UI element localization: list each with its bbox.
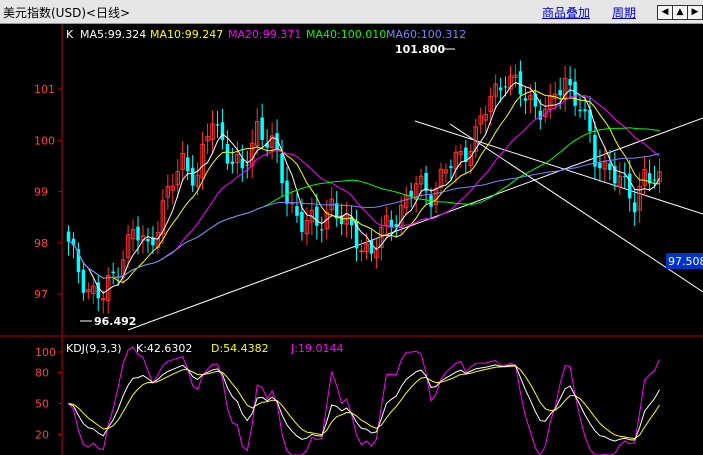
candle-body (320, 229, 324, 231)
candle-body (613, 165, 617, 184)
y-tick-label: 99 (34, 186, 48, 199)
chart-title: 美元指数(USD)<日线> (3, 6, 131, 20)
y-tick-label: 100 (34, 134, 55, 147)
price-chart[interactable]: K MA5:99.324 MA10:99.247 MA20:99.371 MA40:1… (0, 24, 703, 455)
candle-body (593, 134, 597, 167)
commodity-overlay-button[interactable]: 商品叠加 (542, 4, 590, 21)
candle-body (533, 93, 538, 107)
candle-body (185, 157, 190, 172)
kdj-legend-item: J:19.0144 (290, 342, 343, 355)
kdj-y-tick-label: 80 (35, 367, 49, 380)
y-tick-label: 98 (34, 237, 48, 250)
candle-body (359, 250, 364, 253)
y-tick-label: 97 (34, 288, 48, 301)
candle-body (315, 206, 319, 226)
candle-body (627, 173, 632, 199)
k-label: K (66, 28, 74, 41)
candle-body (146, 238, 150, 242)
candle-body (230, 161, 235, 164)
kdj-y-tick-label: 20 (35, 428, 49, 441)
ma-legend-item: MA60:100.312 (386, 28, 466, 41)
candle-body (225, 143, 230, 164)
candle-body (111, 271, 115, 274)
candle-body (300, 211, 304, 232)
candle-body (608, 163, 612, 171)
kdj-legend-item: KDJ(9,3,3) (66, 342, 122, 355)
left-arrow-icon[interactable]: ◀ (657, 5, 673, 20)
ma20-line (68, 95, 660, 279)
y-tick-label: 101 (34, 83, 55, 96)
candle-body (518, 71, 523, 95)
candle-body (538, 110, 543, 120)
ma-legend-item: MA40:100.010 (306, 28, 386, 41)
current-price-label: 97.508 (668, 255, 703, 268)
ma10-line (68, 90, 660, 283)
candle-body (583, 109, 587, 112)
ma-legend-item: MA5:99.324 (80, 28, 146, 41)
candle-body (66, 231, 71, 242)
candle-body (503, 86, 508, 88)
candle-body (598, 163, 602, 169)
ma60-line (68, 153, 660, 279)
candle-body (523, 98, 528, 101)
period-button[interactable]: 周期 (612, 4, 636, 21)
candle-body (578, 109, 582, 112)
ma-legend-item: MA20:99.371 (228, 28, 301, 41)
high-price-label: 101.800 (395, 43, 445, 56)
candle-body (449, 166, 453, 168)
candle-body (81, 269, 86, 293)
candle-body (623, 176, 627, 178)
up-arrow-icon[interactable]: ▲ (672, 5, 688, 20)
low-price-label: 96.492 (94, 315, 136, 328)
candle-body (632, 202, 637, 213)
candle-body (295, 206, 299, 216)
candle-body (136, 226, 140, 241)
candle-body (260, 117, 264, 140)
right-arrow-icon[interactable]: ▶ (687, 5, 703, 20)
title-bar: 美元指数(USD)<日线> 商品叠加 周期 ◀ ▲ ▶ (0, 0, 703, 24)
kdj-d-line (68, 365, 660, 440)
candle-body (573, 81, 577, 106)
ma40-line (68, 127, 660, 279)
kdj-legend-item: D:54.4382 (211, 342, 269, 355)
candle-body (568, 79, 572, 86)
kdj-j-line (68, 346, 660, 455)
kdj-y-tick-label: 100 (35, 346, 56, 359)
trendline-channel (449, 123, 703, 293)
candle-body (220, 122, 225, 140)
kdj-y-tick-label: 50 (35, 398, 49, 411)
ma-legend-item: MA10:99.247 (150, 28, 223, 41)
candle-body (190, 167, 195, 186)
candle-body (558, 90, 562, 96)
kdj-legend-item: K:42.6302 (136, 342, 192, 355)
candle-body (245, 164, 250, 166)
candle-body (215, 124, 220, 126)
candle-body (280, 153, 284, 184)
candle-body (409, 190, 413, 197)
candle-body (285, 180, 289, 204)
candle-body (652, 179, 657, 181)
candle-body (498, 87, 503, 91)
